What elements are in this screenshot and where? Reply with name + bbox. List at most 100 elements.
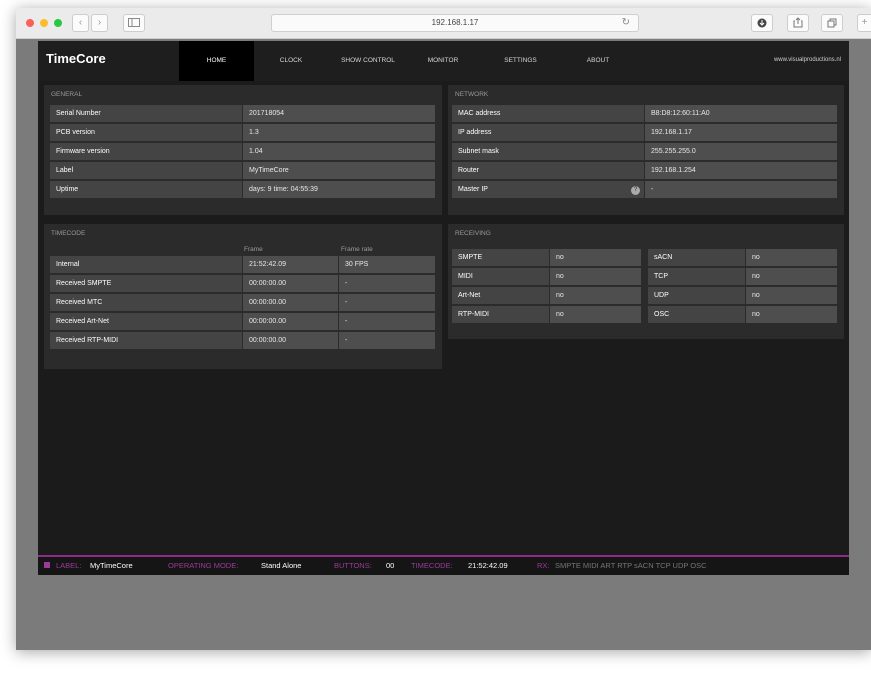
network-table: MAC address B8:D8:12:60:11:A0 IP address 1… (452, 105, 838, 200)
table-row: Received RTP-MIDI 00:00:00.00- (50, 332, 436, 351)
network-key: Master IP? (452, 181, 645, 200)
frame-column-header: Frame (244, 246, 263, 253)
table-row: Label MyTimeCore (50, 162, 436, 181)
timecode-source: Received SMPTE (50, 275, 243, 294)
receiving-protocol: Art-Net (452, 287, 550, 306)
reload-icon[interactable]: ↻ (622, 15, 630, 31)
table-row: Received Art-Net 00:00:00.00- (50, 313, 436, 332)
timecode-title: TIMECODE (51, 230, 86, 237)
table-row: TCP no (648, 268, 838, 287)
general-value: 1.04 (243, 143, 436, 162)
general-value: days: 9 time: 04:55:39 (243, 181, 436, 200)
share-button[interactable] (787, 14, 809, 32)
timecode-frame: 00:00:00.00 (243, 332, 339, 351)
status-bar: LABEL: MyTimeCore OPERATING MODE: Stand … (38, 555, 849, 575)
receiving-protocol: SMPTE (452, 249, 550, 268)
status-timecode-key: TIMECODE: (411, 561, 453, 570)
status-mode-value: Stand Alone (261, 561, 302, 570)
receiving-status: no (746, 268, 838, 287)
table-row: Subnet mask 255.255.255.0 (452, 143, 838, 162)
status-label-value: MyTimeCore (90, 561, 133, 570)
close-window-button[interactable] (26, 19, 34, 27)
timecode-source: Internal (50, 256, 243, 275)
receiving-status: no (550, 287, 642, 306)
table-row: PCB version 1.3 (50, 124, 436, 143)
timecode-frame: 21:52:42.09 (243, 256, 339, 275)
table-row: Received SMPTE 00:00:00.00- (50, 275, 436, 294)
address-bar[interactable]: 192.168.1.17 ↻ (271, 14, 639, 32)
timecode-source: Received MTC (50, 294, 243, 313)
back-button[interactable]: ‹ (72, 14, 89, 32)
tabs-icon (827, 18, 837, 28)
table-row: sACN no (648, 249, 838, 268)
nav-item-about[interactable]: ABOUT (568, 41, 628, 81)
timecode-rate: 30 FPS (339, 256, 436, 275)
receiving-status: no (550, 268, 642, 287)
forward-button[interactable]: › (91, 14, 108, 32)
master-ip-label: Master IP (458, 186, 488, 193)
timecode-frame: 00:00:00.00 (243, 294, 339, 313)
nav-item-show-control[interactable]: SHOW CONTROL (328, 41, 408, 81)
downloads-button[interactable] (751, 14, 773, 32)
general-key: PCB version (50, 124, 243, 143)
receiving-left-table: SMPTE no MIDI no Art-Net no RTP-MIDI no (452, 249, 642, 325)
status-rx-key: RX: (537, 561, 550, 570)
timecode-source: Received Art-Net (50, 313, 243, 332)
browser-window: ‹ › 192.168.1.17 ↻ + TimeCore HOME CLOCK… (16, 8, 871, 650)
timecode-rate: - (339, 294, 436, 313)
network-value: 255.255.255.0 (645, 143, 838, 162)
network-key: Subnet mask (452, 143, 645, 162)
nav-item-monitor[interactable]: MONITOR (413, 41, 473, 81)
receiving-protocol: MIDI (452, 268, 550, 287)
table-row: SMPTE no (452, 249, 642, 268)
table-row: IP address 192.168.1.17 (452, 124, 838, 143)
table-row: Received MTC 00:00:00.00- (50, 294, 436, 313)
status-indicator (44, 562, 50, 568)
plus-icon: + (861, 17, 868, 28)
timecode-table: Internal 21:52:42.09 30 FPS Received SMPTE… (50, 256, 436, 351)
receiving-protocol: sACN (648, 249, 746, 268)
timecode-frame: 00:00:00.00 (243, 313, 339, 332)
new-tab-button[interactable]: + (857, 14, 871, 32)
sidebar-button[interactable] (123, 14, 145, 32)
timecode-rate: - (339, 313, 436, 332)
status-buttons-value: 00 (386, 561, 395, 570)
minimize-window-button[interactable] (40, 19, 48, 27)
general-title: GENERAL (51, 91, 83, 98)
nav-item-settings[interactable]: SETTINGS (488, 41, 553, 81)
table-row: Master IP? - (452, 181, 838, 200)
receiving-protocol: RTP-MIDI (452, 306, 550, 325)
table-row: Serial Number 201718054 (50, 105, 436, 124)
share-icon (793, 17, 803, 28)
timecode-source: Received RTP-MIDI (50, 332, 243, 351)
network-key: IP address (452, 124, 645, 143)
web-page: TimeCore HOME CLOCK SHOW CONTROL MONITOR… (38, 41, 849, 575)
status-rx-list: SMPTE MIDI ART RTP sACN TCP UDP OSC (555, 561, 707, 570)
general-value: MyTimeCore (243, 162, 436, 181)
receiving-right-table: sACN no TCP no UDP no OSC no (648, 249, 838, 325)
network-panel: NETWORK MAC address B8:D8:12:60:11:A0 IP … (448, 85, 844, 215)
nav-item-home[interactable]: HOME (179, 41, 254, 81)
table-row: RTP-MIDI no (452, 306, 642, 325)
general-panel: GENERAL Serial Number 201718054 PCB versi… (44, 85, 442, 215)
chevron-left-icon: ‹ (78, 17, 83, 28)
general-value: 1.3 (243, 124, 436, 143)
status-buttons-key: BUTTONS: (334, 561, 372, 570)
table-row: Internal 21:52:42.09 30 FPS (50, 256, 436, 275)
table-row: MIDI no (452, 268, 642, 287)
network-title: NETWORK (455, 91, 489, 98)
receiving-protocol: UDP (648, 287, 746, 306)
help-icon[interactable]: ? (631, 186, 640, 195)
receiving-protocol: TCP (648, 268, 746, 287)
general-key: Uptime (50, 181, 243, 200)
receiving-status: no (550, 249, 642, 268)
timecode-rate: - (339, 332, 436, 351)
timecode-frame: 00:00:00.00 (243, 275, 339, 294)
zoom-window-button[interactable] (54, 19, 62, 27)
receiving-protocol: OSC (648, 306, 746, 325)
nav-item-clock[interactable]: CLOCK (256, 41, 326, 81)
tabs-button[interactable] (821, 14, 843, 32)
receiving-status: no (746, 306, 838, 325)
main-nav: TimeCore HOME CLOCK SHOW CONTROL MONITOR… (38, 41, 849, 81)
site-link[interactable]: www.visualproductions.nl (774, 57, 841, 63)
